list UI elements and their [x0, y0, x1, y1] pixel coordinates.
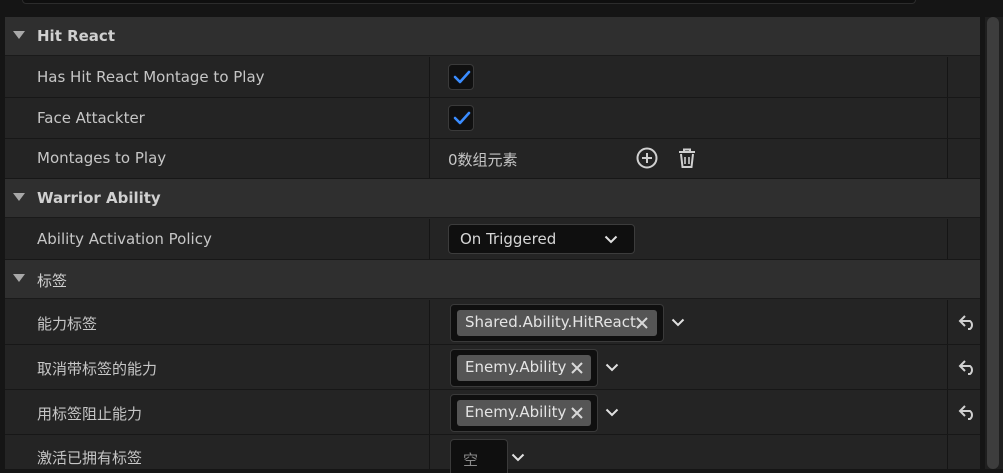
collapse-arrow-icon[interactable]: [13, 193, 25, 201]
section-tags[interactable]: 标签: [5, 260, 980, 299]
column-divider: [947, 300, 948, 344]
column-divider: [429, 390, 430, 434]
property-label: 能力标签: [37, 315, 98, 333]
column-divider: [947, 139, 948, 178]
row-face-attacker: Face Attackter: [5, 98, 980, 139]
property-label: Montages to Play: [37, 149, 167, 167]
activation-policy-dropdown[interactable]: On Triggered: [448, 224, 635, 254]
reset-arrow-icon[interactable]: [958, 359, 978, 375]
cancel-tags-container[interactable]: Enemy.Ability: [450, 349, 598, 387]
collapse-arrow-icon[interactable]: [13, 31, 25, 39]
column-divider: [429, 57, 430, 97]
close-icon[interactable]: [570, 361, 584, 375]
column-divider: [429, 219, 430, 259]
add-circle-icon: [636, 147, 658, 169]
ability-tags-container[interactable]: Shared.Ability.HitReact: [450, 304, 664, 342]
column-divider: [429, 300, 430, 344]
reset-arrow-icon[interactable]: [958, 404, 978, 420]
column-divider: [947, 345, 948, 389]
collapse-arrow-icon[interactable]: [13, 274, 25, 282]
scrollbar-thumb[interactable]: [987, 17, 999, 469]
column-divider: [429, 435, 430, 469]
owned-tags-container[interactable]: 空: [450, 439, 508, 473]
top-field[interactable]: [22, 0, 916, 4]
section-title: Warrior Ability: [37, 189, 161, 207]
dropdown-value: On Triggered: [460, 230, 557, 248]
row-activation-owned-tags: 激活已拥有标签 空: [5, 435, 980, 473]
chevron-down-icon[interactable]: [511, 453, 525, 462]
property-label: Has Hit React Montage to Play: [37, 68, 265, 86]
checkmark-icon: [453, 111, 471, 125]
column-divider: [947, 390, 948, 434]
column-divider: [947, 219, 948, 259]
property-label: 用标签阻止能力: [37, 405, 143, 423]
add-element-button[interactable]: [635, 146, 659, 170]
empty-value: 空: [463, 451, 479, 469]
tag-chip[interactable]: Enemy.Ability: [457, 400, 591, 426]
row-has-hit-react-montage: Has Hit React Montage to Play: [5, 57, 980, 98]
row-ability-tags: 能力标签 Shared.Ability.HitReact: [5, 300, 980, 345]
property-label: 取消带标签的能力: [37, 360, 158, 378]
tag-chip[interactable]: Enemy.Ability: [457, 355, 591, 381]
clear-elements-button[interactable]: [675, 146, 699, 170]
column-divider: [429, 139, 430, 178]
property-label: Face Attackter: [37, 109, 145, 127]
property-label: Ability Activation Policy: [37, 230, 212, 248]
chevron-down-icon[interactable]: [605, 408, 619, 417]
checkmark-icon: [453, 70, 471, 84]
block-tags-container[interactable]: Enemy.Ability: [450, 394, 598, 432]
close-icon[interactable]: [635, 316, 649, 330]
close-icon[interactable]: [570, 406, 584, 420]
column-divider: [947, 98, 948, 138]
row-cancel-abilities-with-tag: 取消带标签的能力 Enemy.Ability: [5, 345, 980, 390]
chevron-down-icon: [604, 235, 618, 244]
tag-label: Enemy.Ability: [465, 358, 567, 376]
row-ability-activation-policy: Ability Activation Policy On Triggered: [5, 219, 980, 260]
column-divider: [947, 435, 948, 469]
has-montage-checkbox[interactable]: [448, 64, 474, 90]
top-bar: [0, 0, 1003, 17]
column-divider: [429, 345, 430, 389]
trash-icon: [679, 148, 695, 168]
tag-chip[interactable]: Shared.Ability.HitReact: [457, 310, 657, 336]
face-attacker-checkbox[interactable]: [448, 105, 474, 131]
section-title: 标签: [37, 272, 68, 290]
chevron-down-icon[interactable]: [605, 363, 619, 372]
row-block-abilities-with-tag: 用标签阻止能力 Enemy.Ability: [5, 390, 980, 435]
section-warrior-ability[interactable]: Warrior Ability: [5, 179, 980, 218]
tag-label: Enemy.Ability: [465, 403, 567, 421]
array-count: 0数组元素: [448, 151, 518, 169]
column-divider: [947, 57, 948, 97]
property-label: 激活已拥有标签: [37, 449, 143, 467]
column-divider: [429, 98, 430, 138]
section-title: Hit React: [37, 27, 115, 45]
tag-label: Shared.Ability.HitReact: [465, 313, 636, 331]
reset-arrow-icon[interactable]: [958, 314, 978, 330]
row-montages-to-play: Montages to Play 0数组元素: [5, 139, 980, 179]
section-hit-react[interactable]: Hit React: [5, 17, 980, 56]
chevron-down-icon[interactable]: [671, 318, 685, 327]
